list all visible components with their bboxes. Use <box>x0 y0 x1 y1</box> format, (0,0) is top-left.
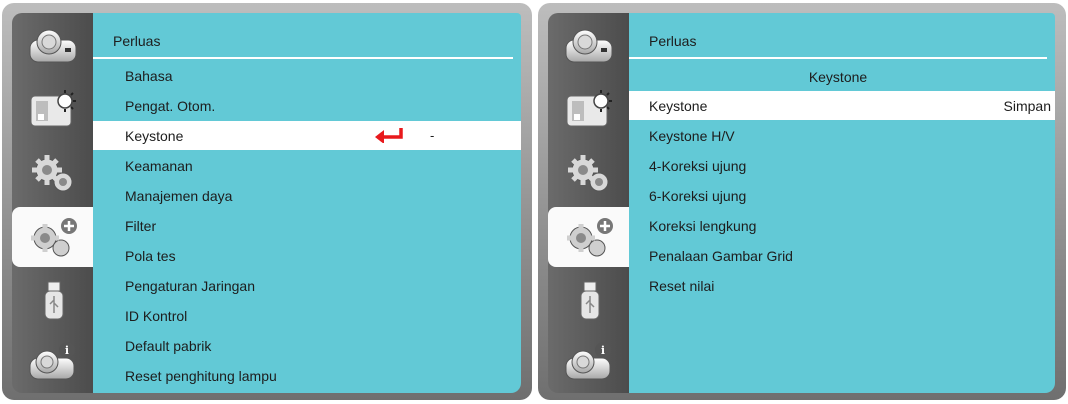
menu-item-label: Keystone <box>649 97 708 114</box>
menu-item-label: Koreksi lengkung <box>649 217 757 234</box>
menu-item-default-pabrik[interactable]: Default pabrik <box>93 331 521 360</box>
usb-icon <box>44 281 63 320</box>
camera-info-icon: i <box>565 342 611 380</box>
gear-settings-icon <box>31 155 72 192</box>
menu-item-pengat-otom[interactable]: Pengat. Otom. <box>93 91 521 120</box>
menu-title: Perluas <box>113 33 161 49</box>
gear-plus-expand-icon <box>566 218 613 257</box>
title-divider <box>93 57 513 59</box>
display-brightness-icon <box>566 90 612 127</box>
usb-icon <box>580 281 599 320</box>
menu-item-pola-tes[interactable]: Pola tes <box>93 241 521 270</box>
menu-panel-keystone: i Perluas Keystone Keystone Simpan Keyst… <box>538 3 1066 400</box>
menu-item-keystone[interactable]: Keystone Simpan <box>629 91 1055 120</box>
enter-arrow-icon <box>375 128 403 143</box>
menu-item-label: Filter <box>125 217 157 234</box>
menu-item-label: 6-Koreksi ujung <box>649 187 747 204</box>
svg-text:i: i <box>600 344 604 357</box>
menu-item-label: 4-Koreksi ujung <box>649 157 747 174</box>
sidebar-item-picture[interactable] <box>12 15 93 75</box>
menu-item-label: Pengaturan Jaringan <box>125 277 255 294</box>
menu-item-label: Reset penghitung lampu <box>125 367 277 384</box>
menu-item-keamanan[interactable]: Keamanan <box>93 151 521 180</box>
menu-item-label: Penalaan Gambar Grid <box>649 247 793 264</box>
keystone-value: - <box>430 128 435 143</box>
menu-item-label: Default pabrik <box>125 337 212 354</box>
menu-item-penalaan-gambar-grid[interactable]: Penalaan Gambar Grid <box>629 241 1055 270</box>
gear-settings-icon <box>567 155 608 192</box>
sidebar-item-info[interactable]: i <box>12 331 93 391</box>
sidebar: i <box>12 13 93 393</box>
title-divider <box>629 57 1047 59</box>
submenu-header: Keystone <box>808 68 868 85</box>
display-brightness-icon <box>30 90 76 127</box>
menu-item-label: Bahasa <box>125 67 173 84</box>
sidebar-item-settings[interactable] <box>548 143 629 203</box>
menu-item-keystone-hv[interactable]: Keystone H/V <box>629 121 1055 150</box>
menu-item-label: Pola tes <box>125 247 176 264</box>
menu-item-reset-penghitung-lampu[interactable]: Reset penghitung lampu <box>93 361 521 390</box>
menu-item-label: ID Kontrol <box>125 307 188 324</box>
picture-icon <box>565 29 612 63</box>
menu-title: Perluas <box>649 33 697 49</box>
menu-item-6-koreksi-ujung[interactable]: 6-Koreksi ujung <box>629 181 1055 210</box>
menu-item-id-kontrol[interactable]: ID Kontrol <box>93 301 521 330</box>
sidebar-item-picture[interactable] <box>548 15 629 75</box>
menu-item-label: Pengat. Otom. <box>125 97 216 114</box>
sidebar-item-usb[interactable] <box>12 271 93 331</box>
menu-panel-main: i Perluas Bahasa Pengat. Otom. Keystone … <box>2 3 532 400</box>
menu-item-pengaturan-jaringan[interactable]: Pengaturan Jaringan <box>93 271 521 300</box>
svg-text:i: i <box>64 344 68 357</box>
menu-item-filter[interactable]: Filter <box>93 211 521 240</box>
menu-item-bahasa[interactable]: Bahasa <box>93 61 521 90</box>
sidebar-item-info[interactable]: i <box>548 331 629 391</box>
menu-item-label: Reset nilai <box>649 277 715 294</box>
menu-item-label: Manajemen daya <box>125 187 233 204</box>
sidebar-item-display[interactable] <box>12 79 93 139</box>
camera-info-icon: i <box>29 342 75 380</box>
menu-content: Perluas Bahasa Pengat. Otom. Keystone - … <box>93 13 521 393</box>
keystone-save-value[interactable]: Simpan <box>1004 98 1051 114</box>
picture-icon <box>29 29 76 63</box>
sidebar-item-display[interactable] <box>548 79 629 139</box>
menu-item-keystone[interactable]: Keystone - <box>93 121 521 150</box>
sidebar-item-usb[interactable] <box>548 271 629 331</box>
menu-item-label: Keamanan <box>125 157 193 174</box>
sidebar-item-expand[interactable] <box>12 207 93 267</box>
sidebar-item-expand[interactable] <box>548 207 629 267</box>
menu-item-label: Keystone <box>125 127 184 144</box>
menu-item-label: Keystone H/V <box>649 127 735 144</box>
sidebar: i <box>548 13 629 393</box>
menu-item-manajemen-daya[interactable]: Manajemen daya <box>93 181 521 210</box>
menu-item-reset-nilai[interactable]: Reset nilai <box>629 271 1055 300</box>
menu-content: Perluas Keystone Keystone Simpan Keyston… <box>629 13 1055 393</box>
sidebar-item-settings[interactable] <box>12 143 93 203</box>
menu-item-4-koreksi-ujung[interactable]: 4-Koreksi ujung <box>629 151 1055 180</box>
gear-plus-expand-icon <box>30 218 77 257</box>
menu-item-koreksi-lengkung[interactable]: Koreksi lengkung <box>629 211 1055 240</box>
